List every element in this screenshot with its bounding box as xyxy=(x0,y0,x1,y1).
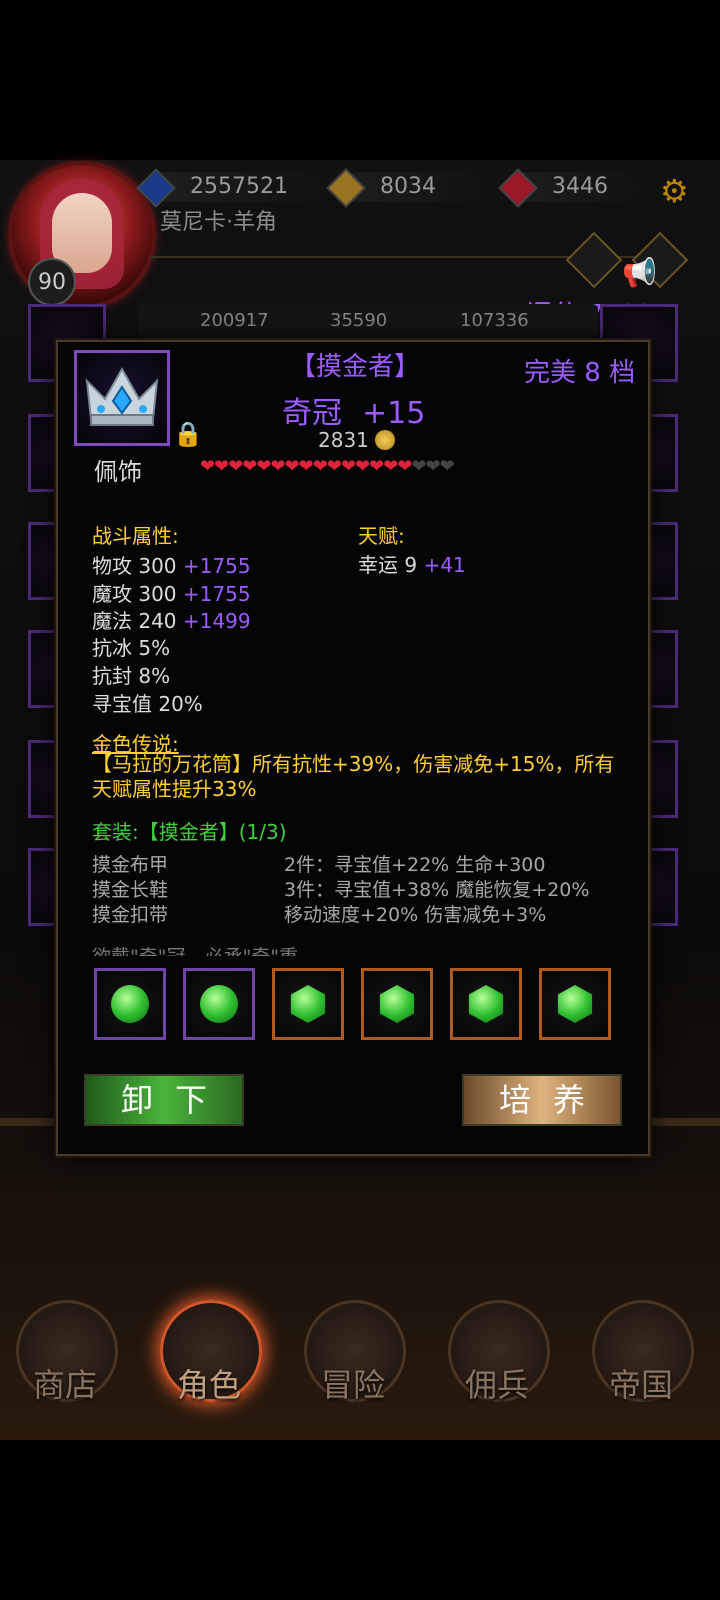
set-bonus: 移动速度+20% 伤害减免+3% xyxy=(284,904,547,926)
stat-row: 寻宝值 20% xyxy=(92,692,203,716)
resource-gold: 8034 xyxy=(326,168,490,208)
star-rating-hearts: ❤❤❤❤❤❤❤❤❤❤❤❤❤❤❤❤❤❤ xyxy=(200,456,455,477)
heart-icon: ❤ xyxy=(242,456,257,477)
heart-icon: ❤ xyxy=(312,456,328,477)
item-slot-type: 佩饰 xyxy=(94,458,142,486)
stat-row: 抗封 8% xyxy=(92,664,171,688)
item-enhance-level: +15 xyxy=(362,396,426,431)
item-name: 奇冠 +15 xyxy=(282,388,425,432)
heart-icon: ❤ xyxy=(326,456,342,477)
heart-icon: ❤ xyxy=(228,456,243,477)
green-gem-icon xyxy=(200,985,238,1023)
player-name: 莫尼卡·羊角 xyxy=(160,210,277,235)
green-gem-icon xyxy=(379,985,415,1023)
heart-icon: ❤ xyxy=(340,456,356,477)
heart-icon: ❤ xyxy=(411,456,426,477)
stat-row: 魔法 240 +1499 xyxy=(92,609,251,633)
train-button[interactable]: 培养 xyxy=(462,1074,622,1126)
item-name-text: 奇冠 xyxy=(282,396,342,431)
gem-socket-5[interactable] xyxy=(450,968,522,1040)
gem-socket-2[interactable] xyxy=(183,968,255,1040)
heart-icon: ❤ xyxy=(256,456,271,477)
gem-socket-6[interactable] xyxy=(539,968,611,1040)
nav-empire[interactable]: 帝国 xyxy=(586,1300,696,1410)
gold-coin-icon xyxy=(374,430,395,450)
stat-row: 物攻 300 +1755 xyxy=(92,554,251,578)
settings-gear-icon[interactable]: ⚙ xyxy=(660,172,689,210)
heart-icon: ❤ xyxy=(200,456,215,477)
heart-icon: ❤ xyxy=(397,456,412,477)
gem-socket-4[interactable] xyxy=(361,968,433,1040)
gem-socket-1[interactable] xyxy=(94,968,166,1040)
resource-red-gems: 3446 xyxy=(498,168,642,208)
item-grade: 完美 8 档 xyxy=(524,358,636,388)
heart-icon: ❤ xyxy=(355,456,370,477)
set-piece: 摸金扣带 xyxy=(92,904,169,926)
nav-shop[interactable]: 商店 xyxy=(10,1300,120,1410)
heart-icon: ❤ xyxy=(284,456,300,477)
set-piece: 摸金布甲 xyxy=(92,854,169,876)
stat-row: 抗冰 5% xyxy=(92,636,171,660)
unequip-button[interactable]: 卸下 xyxy=(84,1074,244,1126)
heart-icon: ❤ xyxy=(369,456,384,477)
set-bonus: 2件：寻宝值+22% 生命+300 xyxy=(284,854,546,876)
item-crown-icon xyxy=(74,350,170,446)
stat-row: 魔攻 300 +1755 xyxy=(92,582,251,606)
background-stats-bar: 200917 35590 107336 xyxy=(138,304,598,338)
green-gem-icon xyxy=(111,985,149,1023)
talent-header: 天赋: xyxy=(358,524,405,548)
player-level-badge: 90 xyxy=(28,258,76,306)
heart-icon: ❤ xyxy=(439,456,455,477)
green-gem-icon xyxy=(557,985,593,1023)
green-gem-icon xyxy=(468,985,504,1023)
gem-socket-3[interactable] xyxy=(272,968,344,1040)
item-set-title: 【摸金者】 xyxy=(289,352,420,382)
item-price-value: 2831 xyxy=(318,428,369,452)
nav-adventure[interactable]: 冒险 xyxy=(298,1300,408,1410)
nav-character[interactable]: 角色 xyxy=(154,1300,264,1410)
announcement-horn-icon[interactable]: 📢 xyxy=(622,256,657,289)
nav-mercenary[interactable]: 佣兵 xyxy=(442,1300,552,1410)
set-bonus: 3件：寻宝值+38% 魔能恢复+20% xyxy=(284,879,590,901)
green-gem-icon xyxy=(290,985,326,1023)
set-piece: 摸金长鞋 xyxy=(92,879,169,901)
heart-icon: ❤ xyxy=(425,456,441,477)
combat-stats-header: 战斗属性: xyxy=(92,524,179,548)
heart-icon: ❤ xyxy=(383,456,398,477)
heart-icon: ❤ xyxy=(298,456,314,477)
heart-icon: ❤ xyxy=(214,456,229,477)
item-price: 2831 xyxy=(318,428,395,452)
set-header: 套装:【摸金者】(1/3) xyxy=(92,820,287,844)
heart-icon: ❤ xyxy=(270,456,285,477)
golden-legend-text: 【马拉的万花筒】所有抗性+39%，伤害减免+15%，所有天赋属性提升33% xyxy=(92,752,615,801)
lock-icon[interactable]: 🔒 xyxy=(173,420,203,448)
resource-blue-gems: 2557521 xyxy=(136,168,330,208)
crown-icon xyxy=(85,366,159,426)
flavor-text: 欲戴"奇"冠，必承"奇"重 xyxy=(92,942,298,956)
talent-row: 幸运 9 +41 xyxy=(358,553,466,577)
